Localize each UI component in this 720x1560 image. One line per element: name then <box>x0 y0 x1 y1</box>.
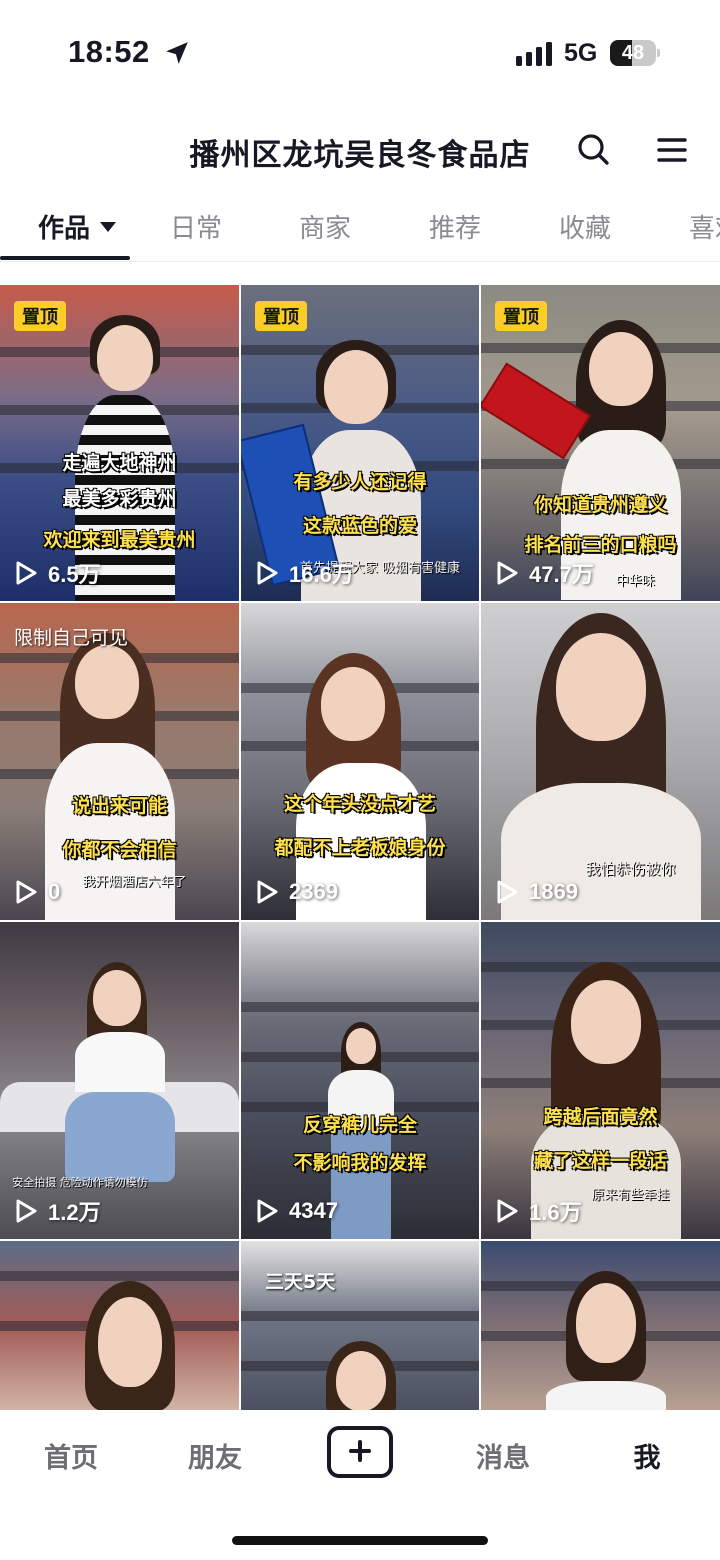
video-thumbnail[interactable] <box>0 1241 239 1410</box>
play-count: 6.5万 <box>48 562 101 587</box>
video-subcaption: 我怕恭伤被你 <box>585 860 676 878</box>
create-button[interactable] <box>327 1426 393 1478</box>
play-count: 1.2万 <box>48 1200 101 1225</box>
nav-messages[interactable]: 消息 <box>448 1436 558 1475</box>
video-caption: 欢迎来到最美贵州 <box>43 529 196 551</box>
content-tabs: 作品 日常 商家 推荐 收藏 喜欢 <box>0 198 720 262</box>
tab-likes[interactable]: 喜欢 <box>689 208 720 245</box>
tab-works[interactable]: 作品 <box>38 208 117 245</box>
video-thumbnail[interactable] <box>481 1241 720 1410</box>
video-caption: 不影响我的发挥 <box>293 1152 427 1174</box>
status-bar: 18:52 5G 48 <box>0 0 720 100</box>
location-arrow-icon <box>166 42 188 64</box>
video-caption: 最美多彩贵州 <box>62 488 177 510</box>
nav-home[interactable]: 首页 <box>16 1436 126 1475</box>
play-icon <box>257 561 278 585</box>
tab-recommend[interactable]: 推荐 <box>429 208 481 245</box>
play-count-row: 1.2万 <box>14 1197 101 1225</box>
video-caption: 这款蓝色的爱 <box>302 515 417 537</box>
play-count-row: 6.5万 <box>14 559 101 587</box>
video-caption: 排名前三的口粮吗 <box>524 534 677 556</box>
search-icon[interactable] <box>572 128 616 172</box>
play-count-row: 0 <box>14 878 60 906</box>
home-indicator <box>232 1536 488 1545</box>
video-caption: 走遍大地神州 <box>62 452 177 474</box>
tab-daily[interactable]: 日常 <box>170 208 222 245</box>
play-icon <box>497 880 518 904</box>
video-subcaption: 安全拍摄 危险动作请勿模仿 <box>12 1176 148 1189</box>
network-type: 5G <box>564 39 598 67</box>
video-thumbnail[interactable]: 安全拍摄 危险动作请勿模仿 1.2万 <box>0 922 239 1239</box>
play-count-row: 1.6万 <box>495 1197 582 1225</box>
video-thumbnail[interactable]: 跨越后面竟然 藏了这样一段话 原来有些牵挂 1.6万 <box>481 922 720 1239</box>
play-count: 2369 <box>289 879 338 904</box>
tab-merchant[interactable]: 商家 <box>299 208 351 245</box>
tab-favorites[interactable]: 收藏 <box>559 208 611 245</box>
play-count: 1869 <box>529 879 578 904</box>
play-count: 1.6万 <box>529 1200 582 1225</box>
play-icon <box>257 880 278 904</box>
nav-me[interactable]: 我 <box>592 1436 702 1475</box>
play-count: 0 <box>48 879 61 904</box>
private-visibility-label: 限制自己可见 <box>14 627 129 649</box>
play-count-row: 1869 <box>495 878 578 906</box>
video-thumbnail[interactable]: 三天5天 <box>241 1241 479 1410</box>
battery-icon: 48 <box>610 40 660 66</box>
nav-friends[interactable]: 朋友 <box>160 1436 270 1475</box>
play-count-row: 4347 <box>255 1197 338 1225</box>
menu-icon[interactable] <box>650 128 694 172</box>
play-icon <box>16 880 37 904</box>
video-caption: 说出来可能 <box>71 795 167 817</box>
play-count: 16.6万 <box>289 562 354 587</box>
pinned-badge: 置顶 <box>14 301 66 331</box>
play-count: 4347 <box>289 1198 338 1223</box>
play-icon <box>16 1199 37 1223</box>
battery-level: 48 <box>621 42 645 64</box>
video-grid: 置顶 走遍大地神州 最美多彩贵州 欢迎来到最美贵州 6.5万 置顶 有多少人还记… <box>0 285 720 1410</box>
video-caption: 你都不会相信 <box>62 839 177 861</box>
video-subcaption: 我开烟酒店六年了 <box>82 875 187 890</box>
tab-label: 作品 <box>38 214 91 244</box>
pinned-badge: 置顶 <box>255 301 307 331</box>
video-caption: 三天5天 <box>265 1271 336 1293</box>
play-count: 47.7万 <box>529 562 594 587</box>
video-thumbnail[interactable]: 置顶 你知道贵州遵义 排名前三的口粮吗 中华味 47.7万 <box>481 285 720 601</box>
video-thumbnail[interactable]: 置顶 有多少人还记得 这款蓝色的爱 首先提醒大家 吸烟有害健康 16.6万 <box>241 285 479 601</box>
video-caption: 你知道贵州遵义 <box>533 494 667 516</box>
play-icon <box>257 1199 278 1223</box>
play-icon <box>16 561 37 585</box>
profile-header: 播州区龙坑吴良冬食品店 <box>0 120 720 180</box>
video-caption: 都配不上老板娘身份 <box>274 837 446 859</box>
video-thumbnail[interactable]: 这个年头没点才艺 都配不上老板娘身份 2369 <box>241 603 479 920</box>
play-icon <box>497 1199 518 1223</box>
bottom-nav: 首页 朋友 消息 我 <box>0 1410 720 1560</box>
pinned-badge: 置顶 <box>495 301 547 331</box>
video-thumbnail[interactable]: 反穿裤儿完全 不影响我的发挥 4347 <box>241 922 479 1239</box>
tab-indicator <box>0 256 130 260</box>
status-time: 18:52 <box>68 34 150 69</box>
video-thumbnail[interactable]: 限制自己可见 说出来可能 你都不会相信 我开烟酒店六年了 0 <box>0 603 239 920</box>
video-caption: 藏了这样一段话 <box>533 1150 667 1172</box>
video-caption: 这个年头没点才艺 <box>283 793 436 815</box>
video-caption: 跨越后面竟然 <box>543 1106 658 1128</box>
video-caption: 反穿裤儿完全 <box>302 1114 417 1136</box>
caret-down-icon <box>100 221 117 232</box>
play-count-row: 2369 <box>255 878 338 906</box>
video-thumbnail[interactable]: 我怕恭伤被你 1869 <box>481 603 720 920</box>
video-caption: 有多少人还记得 <box>293 471 427 493</box>
cellular-signal-icon <box>516 42 552 66</box>
play-icon <box>497 561 518 585</box>
video-thumbnail[interactable]: 置顶 走遍大地神州 最美多彩贵州 欢迎来到最美贵州 6.5万 <box>0 285 239 601</box>
play-count-row: 16.6万 <box>255 559 354 587</box>
play-count-row: 47.7万 <box>495 559 594 587</box>
